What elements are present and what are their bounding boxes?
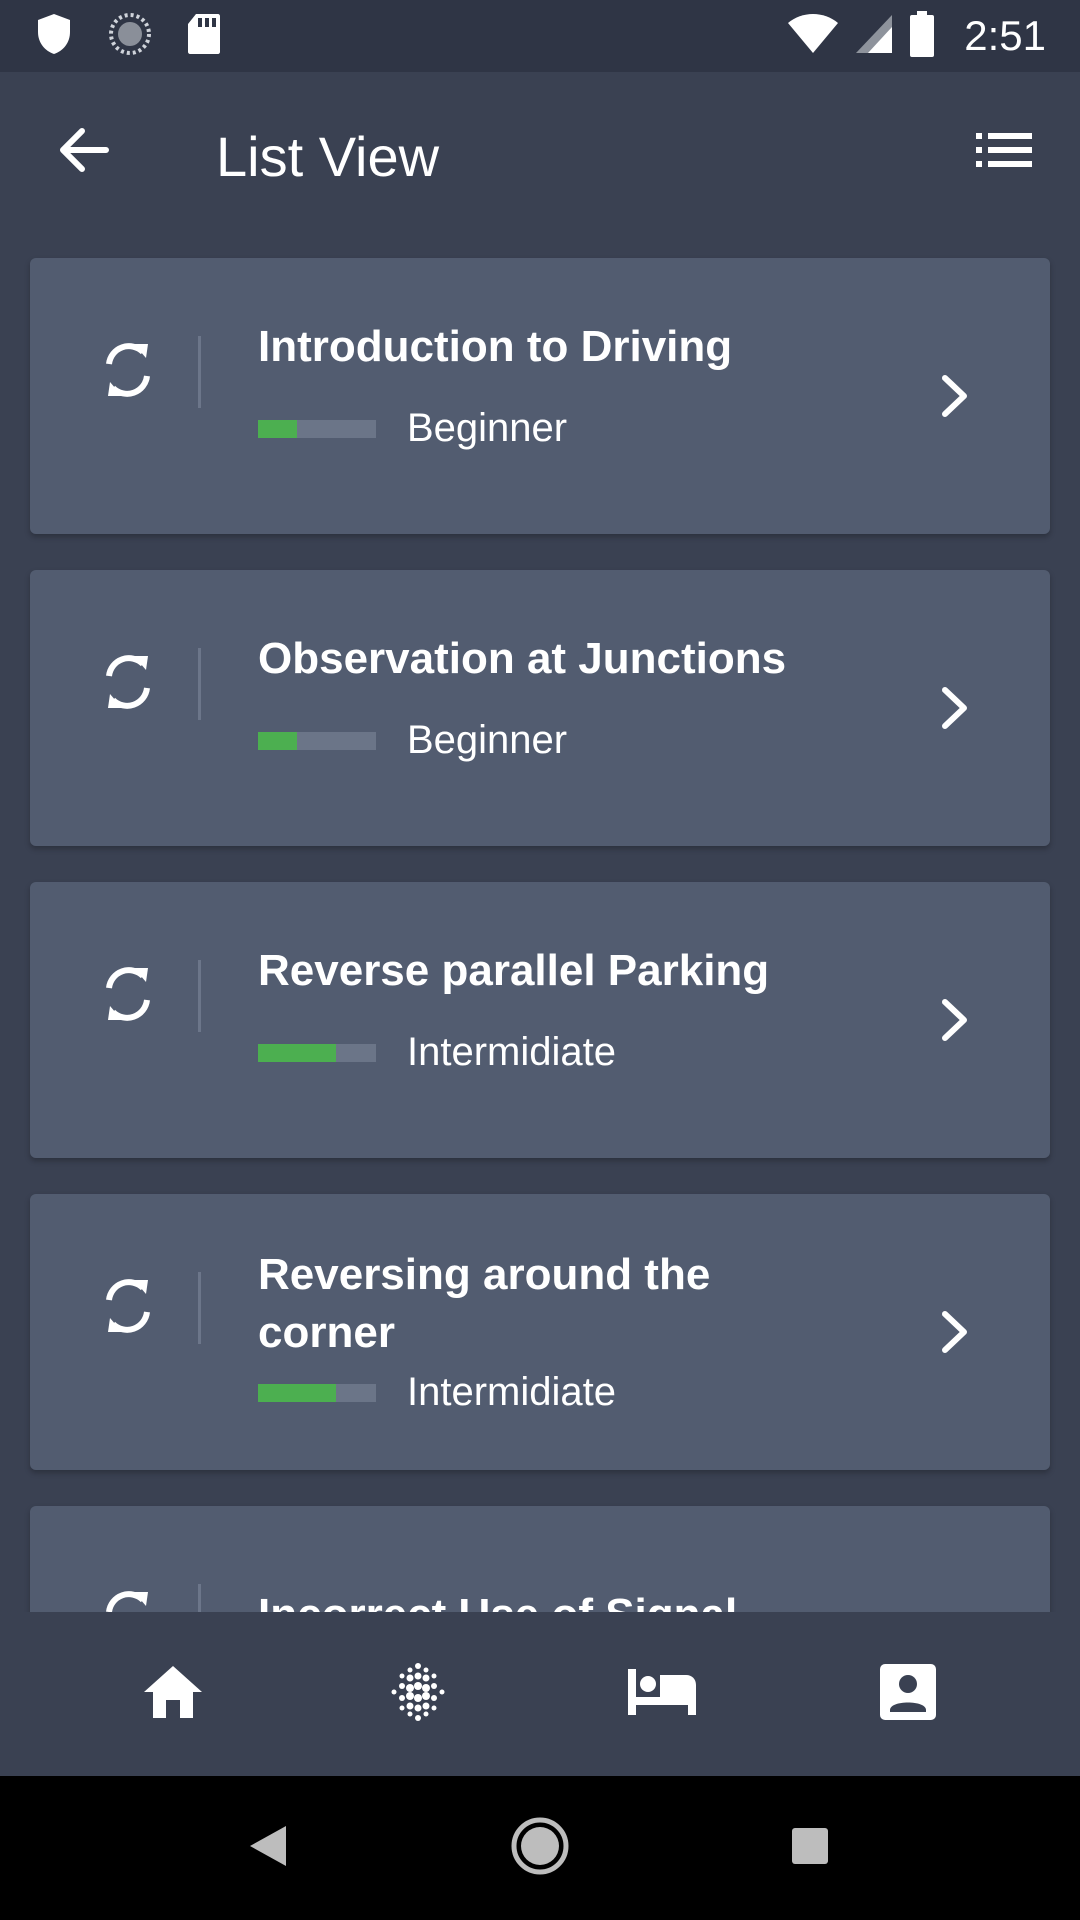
system-home-button[interactable] <box>510 1816 570 1881</box>
page-title: List View <box>216 125 440 188</box>
nav-bed[interactable] <box>608 1639 718 1749</box>
refresh-icon <box>96 1274 160 1338</box>
arrow-left-icon <box>58 127 110 178</box>
lesson-level: Beginner <box>407 718 568 762</box>
card-divider <box>198 1584 201 1612</box>
lesson-card[interactable]: Incorrect Use of Signal <box>30 1506 1050 1612</box>
card-divider <box>198 960 201 1032</box>
nav-profile[interactable] <box>853 1639 963 1749</box>
system-recents-button[interactable] <box>790 1826 830 1871</box>
system-back-button[interactable] <box>248 1824 288 1873</box>
chevron-right-icon <box>930 990 980 1050</box>
lesson-level: Beginner <box>407 406 568 450</box>
nav-dots[interactable] <box>363 1639 473 1749</box>
lesson-title: Introduction to Driving <box>258 322 733 371</box>
list-icon <box>976 132 1032 172</box>
chevron-right-icon <box>930 678 980 738</box>
lesson-list[interactable]: Introduction to Driving Beginner Observa… <box>0 240 1080 1612</box>
lesson-card[interactable]: Reversing around the corner Intermidiate <box>30 1194 1050 1470</box>
system-nav-bar <box>0 1776 1080 1920</box>
cell-signal-icon <box>854 13 894 60</box>
progress-fill <box>258 732 297 750</box>
home-circle-icon <box>510 1816 570 1881</box>
card-divider <box>198 648 201 720</box>
refresh-icon <box>96 650 160 714</box>
status-time: 2:51 <box>964 12 1046 59</box>
card-divider <box>198 336 201 408</box>
bottom-nav <box>0 1612 1080 1776</box>
progress-fill <box>258 1384 336 1402</box>
nav-home[interactable] <box>118 1639 228 1749</box>
dots-grid-icon <box>388 1662 448 1727</box>
home-icon <box>142 1664 204 1725</box>
battery-icon <box>908 10 936 62</box>
lesson-title: Reverse parallel Parking <box>258 946 770 995</box>
progress-bar <box>258 1044 376 1062</box>
progress-fill <box>258 1044 336 1062</box>
progress-bar <box>258 1384 376 1402</box>
lesson-level: Intermidiate <box>407 1370 616 1414</box>
lesson-card[interactable]: Introduction to Driving Beginner <box>30 258 1050 534</box>
loading-circle-icon <box>108 12 152 61</box>
progress-fill <box>258 420 297 438</box>
sd-card-icon <box>186 12 222 61</box>
progress-bar <box>258 732 376 750</box>
bed-icon <box>627 1668 698 1720</box>
wifi-icon <box>786 13 840 60</box>
lesson-card[interactable]: Observation at Junctions Beginner <box>30 570 1050 846</box>
refresh-icon <box>96 1586 160 1612</box>
refresh-icon <box>96 962 160 1026</box>
lesson-card[interactable]: Reverse parallel Parking Intermidiate <box>30 882 1050 1158</box>
contact-card-icon <box>879 1663 936 1725</box>
refresh-icon <box>96 338 160 402</box>
recents-square-icon <box>790 1826 830 1871</box>
back-button[interactable] <box>52 120 116 184</box>
card-divider <box>198 1272 201 1344</box>
lesson-title: Reversing around the corner <box>258 1250 711 1357</box>
lesson-title: Observation at Junctions <box>258 634 787 683</box>
lesson-title: Incorrect Use of Signal <box>258 1586 818 1612</box>
chevron-right-icon <box>930 366 980 426</box>
status-bar: 2:51 <box>0 0 1080 72</box>
shield-icon <box>34 12 74 61</box>
app-bar: List View <box>0 72 1080 240</box>
progress-bar <box>258 420 376 438</box>
list-view-button[interactable] <box>972 124 1036 180</box>
chevron-right-icon <box>930 1302 980 1362</box>
lesson-level: Intermidiate <box>407 1030 616 1074</box>
back-triangle-icon <box>248 1824 288 1873</box>
